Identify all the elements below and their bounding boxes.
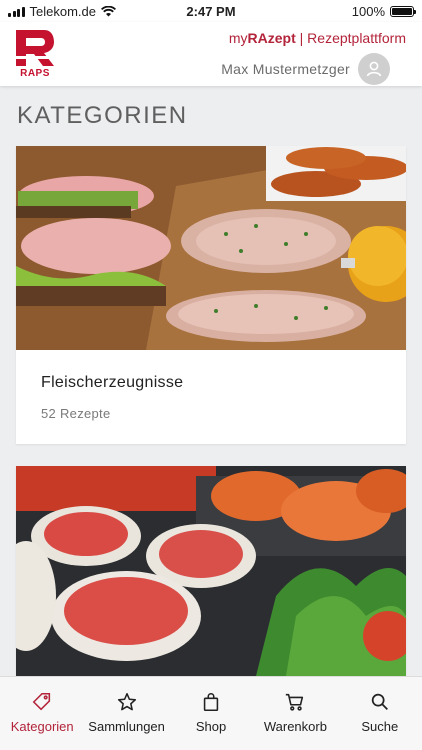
avatar[interactable] <box>358 53 390 85</box>
platform-title[interactable]: myRAzept | Rezeptplattform <box>229 30 406 46</box>
star-icon <box>117 692 136 711</box>
tab-bar: Kategorien Sammlungen Shop Warenkorb Suc… <box>0 676 422 750</box>
tab-suche[interactable]: Suche <box>338 677 422 750</box>
tab-kategorien[interactable]: Kategorien <box>0 677 84 750</box>
user-profile[interactable]: Max Mustermetzger <box>221 53 390 85</box>
category-card[interactable] <box>16 466 406 676</box>
platform-separator: | <box>299 30 304 46</box>
platform-suffix: Rezeptplattform <box>307 30 406 46</box>
category-image-grill <box>16 466 406 676</box>
category-count: 52 Rezepte <box>41 406 111 421</box>
bag-icon <box>203 693 219 712</box>
user-name: Max Mustermetzger <box>221 61 350 77</box>
status-right: 100% <box>351 4 416 19</box>
search-icon <box>371 693 388 710</box>
status-bar: Telekom.de 2:47 PM 100% <box>0 0 422 22</box>
battery-percent: 100% <box>351 4 385 19</box>
user-icon <box>366 61 382 77</box>
category-card[interactable]: Fleischerzeugnisse 52 Rezepte <box>16 146 406 444</box>
cart-icon <box>286 693 304 711</box>
platform-prefix: my <box>228 30 248 46</box>
tab-label: Warenkorb <box>263 719 327 734</box>
page-title: KATEGORIEN <box>17 102 188 129</box>
category-title: Fleischerzeugnisse <box>41 374 184 391</box>
tab-label: Kategorien <box>10 719 74 734</box>
platform-brand: RAzept <box>247 30 296 46</box>
app-header: RAPS myRAzept | Rezeptplattform Max Must… <box>0 22 422 86</box>
category-image-meat-products <box>16 146 406 350</box>
tab-warenkorb[interactable]: Warenkorb <box>253 677 337 750</box>
tab-label: Sammlungen <box>88 719 165 734</box>
battery-icon <box>390 6 416 17</box>
tab-label: Suche <box>361 719 399 734</box>
logo-text: RAPS <box>20 68 50 79</box>
tab-label: Shop <box>195 719 227 734</box>
tag-icon <box>32 692 51 711</box>
tab-shop[interactable]: Shop <box>169 677 253 750</box>
tab-sammlungen[interactable]: Sammlungen <box>84 677 168 750</box>
